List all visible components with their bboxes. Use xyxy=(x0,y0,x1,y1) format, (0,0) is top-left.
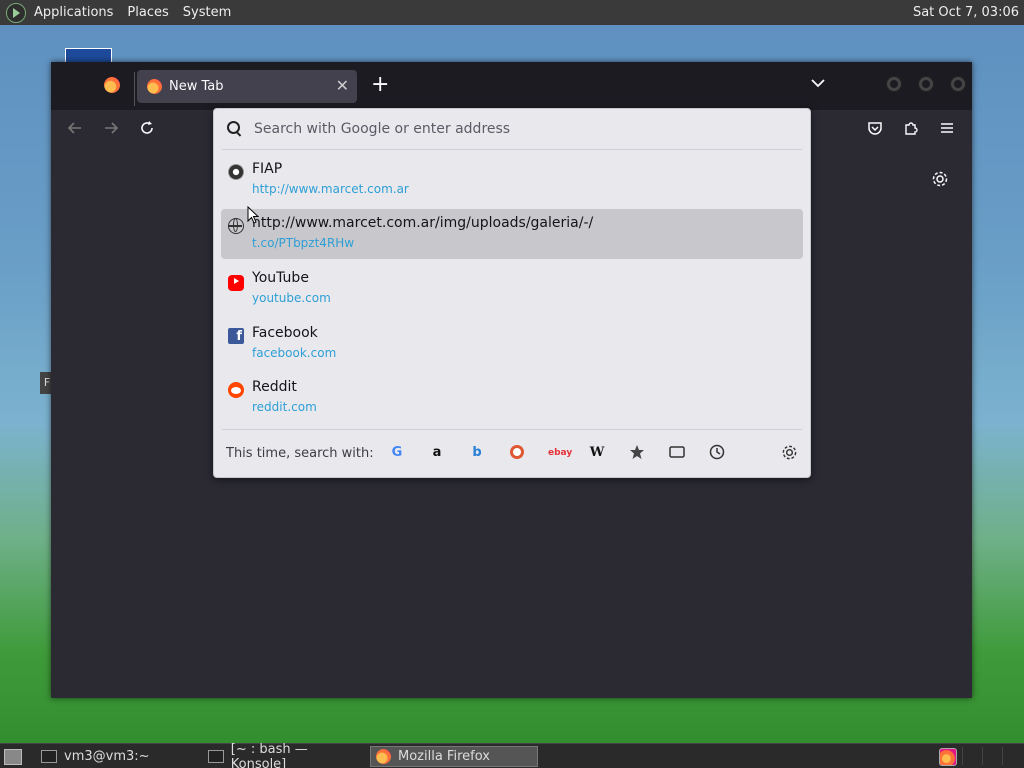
places-menu[interactable]: Places xyxy=(127,5,168,20)
forward-arrow-icon[interactable] xyxy=(103,120,119,140)
urlbar[interactable] xyxy=(214,109,810,149)
google-icon[interactable]: G xyxy=(388,444,406,462)
tray-slot xyxy=(982,747,1001,765)
hamburger-menu-icon[interactable] xyxy=(939,120,955,140)
divider xyxy=(222,429,802,430)
tabs-icon[interactable] xyxy=(668,444,686,462)
konsole-icon xyxy=(208,750,224,763)
back-arrow-icon[interactable] xyxy=(67,120,83,140)
tray-slot xyxy=(962,747,981,765)
result-row-selected[interactable]: http://www.marcet.com.ar/img/uploads/gal… xyxy=(221,209,803,259)
result-title: http://www.marcet.com.ar/img/uploads/gal… xyxy=(252,215,594,231)
top-panel: Applications Places System Sat Oct 7, 03… xyxy=(0,0,1024,25)
fiap-favicon-icon xyxy=(228,164,244,180)
globe-icon xyxy=(228,218,244,234)
amazon-icon[interactable]: a xyxy=(428,444,446,462)
task-konsole[interactable]: [~ : bash — Konsole] xyxy=(203,742,365,768)
tray-slot xyxy=(1002,747,1021,765)
maximize-button[interactable] xyxy=(919,77,933,91)
result-url: reddit.com xyxy=(252,400,317,414)
tab-title: New Tab xyxy=(169,79,224,94)
youtube-icon xyxy=(228,275,244,291)
history-clock-icon[interactable] xyxy=(708,444,726,462)
bottom-taskbar: vm3@vm3:~ [~ : bash — Konsole] Mozilla F… xyxy=(0,742,1024,768)
divider xyxy=(222,149,802,150)
extensions-puzzle-icon[interactable] xyxy=(903,120,919,140)
tab-strip: New Tab ✕ + xyxy=(51,62,972,110)
firefox-icon xyxy=(376,749,391,764)
result-title: Reddit xyxy=(252,379,297,395)
result-title: YouTube xyxy=(252,270,309,286)
reload-icon[interactable] xyxy=(139,120,155,140)
result-url: facebook.com xyxy=(252,346,337,360)
task-terminal[interactable]: vm3@vm3:~ xyxy=(36,746,196,767)
reddit-icon xyxy=(228,382,244,398)
search-shortcuts-bar: This time, search with: G a b ebay W xyxy=(214,431,810,475)
facebook-icon: f xyxy=(228,328,244,344)
result-row-reddit[interactable]: Reddit reddit.com xyxy=(221,373,803,423)
list-all-tabs-chevron-icon[interactable] xyxy=(811,76,825,92)
tray-firefox-icon[interactable] xyxy=(939,748,957,766)
task-label: Mozilla Firefox xyxy=(398,749,490,764)
mouse-cursor-icon xyxy=(247,205,260,228)
result-row-fiap[interactable]: FIAP http://www.marcet.com.ar xyxy=(221,155,803,205)
newtab-settings-gear-icon[interactable] xyxy=(931,170,949,193)
result-row-facebook[interactable]: f Facebook facebook.com xyxy=(221,319,803,369)
search-with-label: This time, search with: xyxy=(226,446,374,461)
wikipedia-icon[interactable]: W xyxy=(588,444,606,462)
terminal-icon xyxy=(41,750,57,763)
pocket-icon[interactable] xyxy=(867,120,883,140)
firefox-view-icon[interactable] xyxy=(104,77,120,93)
duckduckgo-icon[interactable] xyxy=(508,444,526,462)
show-desktop-icon[interactable] xyxy=(4,749,22,765)
minimize-button[interactable] xyxy=(887,77,901,91)
urlbar-input[interactable] xyxy=(252,120,776,138)
ebay-icon[interactable]: ebay xyxy=(548,444,572,462)
urlbar-popup: FIAP http://www.marcet.com.ar http://www… xyxy=(213,108,811,478)
tab-separator xyxy=(134,72,135,106)
result-url: youtube.com xyxy=(252,291,331,305)
distro-logo-icon[interactable] xyxy=(6,2,26,23)
system-menu[interactable]: System xyxy=(183,5,231,20)
task-firefox[interactable]: Mozilla Firefox xyxy=(370,746,538,767)
tab-new-tab[interactable]: New Tab ✕ xyxy=(137,70,357,103)
result-title: FIAP xyxy=(252,161,283,177)
applications-menu[interactable]: Applications xyxy=(34,5,113,20)
bookmarks-star-icon[interactable] xyxy=(628,444,646,462)
new-tab-button[interactable]: + xyxy=(371,74,389,96)
firefox-favicon-icon xyxy=(147,79,162,94)
result-row-youtube[interactable]: YouTube youtube.com xyxy=(221,264,803,314)
task-label: [~ : bash — Konsole] xyxy=(230,741,308,768)
task-label: vm3@vm3:~ xyxy=(64,749,150,764)
result-url: http://www.marcet.com.ar xyxy=(252,182,409,196)
close-window-button[interactable] xyxy=(951,77,965,91)
search-settings-gear-icon[interactable] xyxy=(780,444,798,462)
search-icon xyxy=(226,120,244,138)
bing-icon[interactable]: b xyxy=(468,444,486,462)
close-tab-icon[interactable]: ✕ xyxy=(336,76,349,95)
result-title: Facebook xyxy=(252,325,318,341)
panel-clock[interactable]: Sat Oct 7, 03:06 xyxy=(913,5,1019,20)
result-url: t.co/PTbpzt4RHw xyxy=(252,236,355,250)
